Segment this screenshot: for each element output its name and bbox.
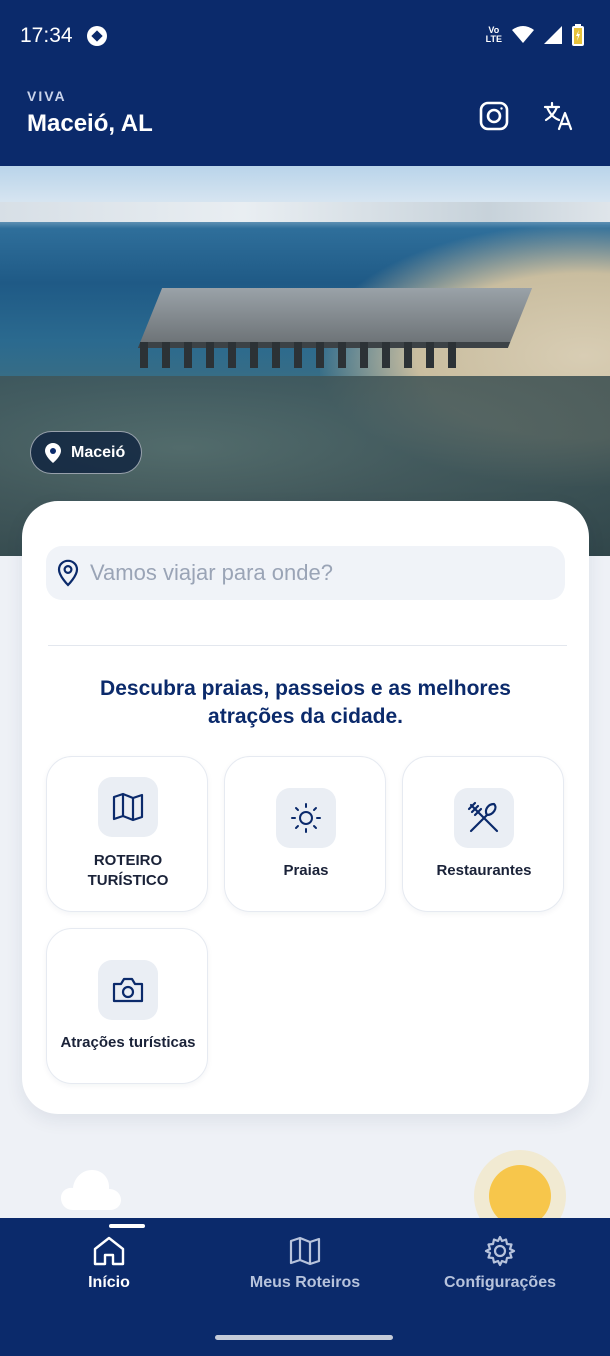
translate-button[interactable]	[541, 98, 577, 134]
hero-image	[0, 166, 610, 556]
tile-label: Atrações turísticas	[60, 1034, 196, 1051]
nav-meus-roteiros[interactable]: Meus Roteiros	[215, 1234, 395, 1292]
camera-icon	[112, 977, 144, 1003]
nav-label: Meus Roteiros	[249, 1274, 361, 1291]
tile-icon-bg	[98, 777, 158, 837]
gesture-handle[interactable]	[215, 1335, 393, 1340]
hero-skyline	[0, 202, 610, 222]
nav-inicio[interactable]: Início	[19, 1234, 199, 1292]
category-praias[interactable]: Praias	[224, 756, 386, 912]
status-icons: Vo LTE	[486, 24, 584, 46]
volte-indicator: Vo LTE	[486, 26, 502, 44]
utensils-icon	[467, 801, 499, 833]
tile-label: Praias	[283, 862, 329, 879]
discover-card: Descubra praias, passeios e as melhores …	[22, 501, 589, 1114]
location-pin-icon	[45, 442, 61, 463]
tile-icon-bg	[276, 788, 336, 848]
instagram-button[interactable]	[476, 98, 512, 134]
nav-label: Configurações	[443, 1274, 556, 1291]
hero-pier-legs	[140, 342, 470, 368]
sun-icon	[291, 803, 321, 833]
category-roteiro-turistico[interactable]: ROTEIRO TURÍSTICO	[46, 756, 208, 912]
active-tab-indicator	[109, 1224, 145, 1228]
map-icon	[112, 792, 144, 822]
signal-icon	[544, 26, 562, 44]
search-bar[interactable]	[46, 546, 565, 600]
category-restaurantes[interactable]: Restaurantes	[402, 756, 564, 912]
home-icon	[93, 1236, 125, 1266]
divider	[48, 645, 567, 646]
instagram-icon	[479, 101, 509, 131]
tile-label: ROTEIRO TURÍSTICO	[53, 851, 203, 891]
tile-label: Restaurantes	[436, 862, 532, 879]
lte-label: LTE	[485, 34, 502, 44]
app-kicker: VIVA	[27, 88, 67, 104]
soccer-ball-icon	[87, 26, 107, 46]
cloud-icon	[61, 1170, 121, 1210]
map-icon	[289, 1236, 321, 1266]
tile-label-line: ROTEIRO	[93, 852, 163, 869]
wifi-icon	[512, 26, 534, 43]
tile-icon-bg	[454, 788, 514, 848]
battery-charging-icon	[572, 24, 584, 46]
page-title: Maceió, AL	[27, 110, 153, 137]
nav-configuracoes[interactable]: Configurações	[410, 1234, 590, 1292]
location-pin-icon	[57, 559, 79, 587]
tile-label-line: TURÍSTICO	[87, 872, 169, 889]
category-atracoes-turisticas[interactable]: Atrações turísticas	[46, 928, 208, 1084]
status-time: 17:34	[20, 24, 73, 47]
translate-icon	[543, 101, 573, 131]
location-chip-label: Maceió	[71, 443, 126, 461]
nav-label: Início	[88, 1274, 130, 1291]
tagline: Descubra praias, passeios e as melhores …	[100, 677, 511, 728]
search-input[interactable]	[90, 560, 530, 586]
hero-pier	[137, 288, 533, 348]
gear-icon	[484, 1235, 516, 1267]
app-header: 17:34 Vo LTE VIVA Maceió, AL	[0, 0, 610, 166]
tile-icon-bg	[98, 960, 158, 1020]
location-chip[interactable]: Maceió	[30, 431, 143, 474]
